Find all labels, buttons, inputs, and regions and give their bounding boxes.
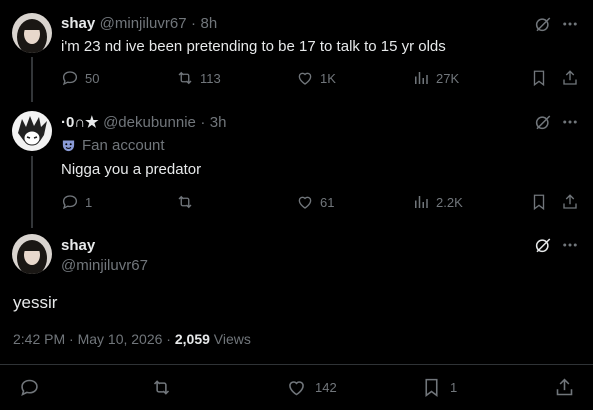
like-count: 142 <box>315 380 337 395</box>
reply-icon <box>21 379 38 396</box>
views-button[interactable]: 2.2K <box>412 193 463 211</box>
reply-button[interactable] <box>19 377 40 398</box>
heart-icon <box>289 381 304 396</box>
retweet-count: 113 <box>200 70 221 86</box>
avatar[interactable] <box>12 13 52 53</box>
tweet-meta: 2:42 PM · May 10, 2026 · 2,059 Views <box>13 331 251 347</box>
views-count: 2.2K <box>436 194 463 210</box>
share-icon <box>556 378 573 396</box>
grok-icon[interactable] <box>534 236 552 254</box>
retweet-icon <box>178 71 192 85</box>
like-button[interactable]: 61 <box>296 193 334 211</box>
tweet-text: Nigga you a predator <box>61 161 202 178</box>
share-button[interactable] <box>561 69 579 87</box>
like-count: 1K <box>320 70 336 86</box>
like-button[interactable]: 1K <box>296 69 336 87</box>
bookmark-count: 1 <box>450 380 458 395</box>
share-button[interactable] <box>561 193 579 211</box>
retweet-button[interactable]: 113 <box>176 69 221 87</box>
grok-icon[interactable] <box>534 15 552 33</box>
bookmark-icon <box>425 378 438 397</box>
bookmark-icon <box>533 194 545 211</box>
heart-icon <box>298 72 312 85</box>
author-handle[interactable]: @minjiluvr67 <box>61 257 148 274</box>
bookmark-button[interactable] <box>530 193 548 211</box>
views-button[interactable]: 27K <box>412 69 459 87</box>
like-button[interactable]: 142 <box>286 377 337 398</box>
author-name[interactable]: shay <box>61 15 95 32</box>
divider <box>0 364 593 365</box>
views-label: Views <box>213 331 251 347</box>
author-handle[interactable]: @dekubunnie <box>103 114 196 131</box>
bookmark-button[interactable]: 1 <box>421 377 457 398</box>
separator: · <box>191 15 197 32</box>
heart-icon <box>298 196 312 209</box>
retweet-button[interactable] <box>151 377 172 398</box>
avatar-image <box>12 234 52 274</box>
timestamp[interactable]: 3h <box>210 114 227 131</box>
timestamp[interactable]: 8h <box>200 15 217 32</box>
views-count: 27K <box>436 70 460 86</box>
more-icon[interactable] <box>561 113 579 131</box>
like-count: 61 <box>320 194 335 210</box>
separator: · <box>200 114 206 131</box>
bookmark-button[interactable] <box>530 69 548 87</box>
views-icon <box>415 196 428 208</box>
reply-icon <box>62 71 78 86</box>
thread-line <box>31 57 33 102</box>
retweet-button[interactable] <box>176 193 200 211</box>
share-button[interactable] <box>554 377 575 398</box>
badge-text: Fan account <box>82 137 165 154</box>
retweet-icon <box>178 195 192 209</box>
more-icon[interactable] <box>561 15 579 33</box>
retweet-icon <box>153 380 170 395</box>
views-icon <box>415 72 428 84</box>
author-handle[interactable]: @minjiluvr67 <box>100 15 187 32</box>
grok-icon[interactable] <box>534 113 552 131</box>
tweet-header: shay @minjiluvr67 · 8h <box>61 15 217 33</box>
share-icon <box>563 70 577 85</box>
tweet-text: i'm 23 nd ive been pretending to be 17 t… <box>61 38 446 55</box>
theater-mask-icon <box>62 140 75 152</box>
bookmark-icon <box>533 70 545 87</box>
reply-icon <box>62 195 78 210</box>
reply-button[interactable]: 1 <box>61 193 92 211</box>
reply-count: 1 <box>85 194 93 210</box>
reply-button[interactable]: 50 <box>61 69 99 87</box>
timestamp[interactable]: 2:42 PM · May 10, 2026 · <box>13 331 171 347</box>
thread-line <box>31 156 33 228</box>
avatar-image <box>12 13 52 53</box>
views-count: 2,059 <box>174 331 210 347</box>
tweet-header: ·0∩★ @dekubunnie · 3h <box>61 113 226 132</box>
author-name[interactable]: ·0∩★ <box>61 114 99 131</box>
more-icon[interactable] <box>561 236 579 254</box>
tweet-text: yessir <box>13 293 58 312</box>
avatar[interactable] <box>12 111 52 151</box>
avatar[interactable] <box>12 234 52 274</box>
fan-account-label: Fan account <box>61 137 165 154</box>
reply-count: 50 <box>85 70 100 86</box>
author-name[interactable]: shay <box>61 237 95 254</box>
avatar-image <box>12 111 52 151</box>
share-icon <box>563 194 577 209</box>
